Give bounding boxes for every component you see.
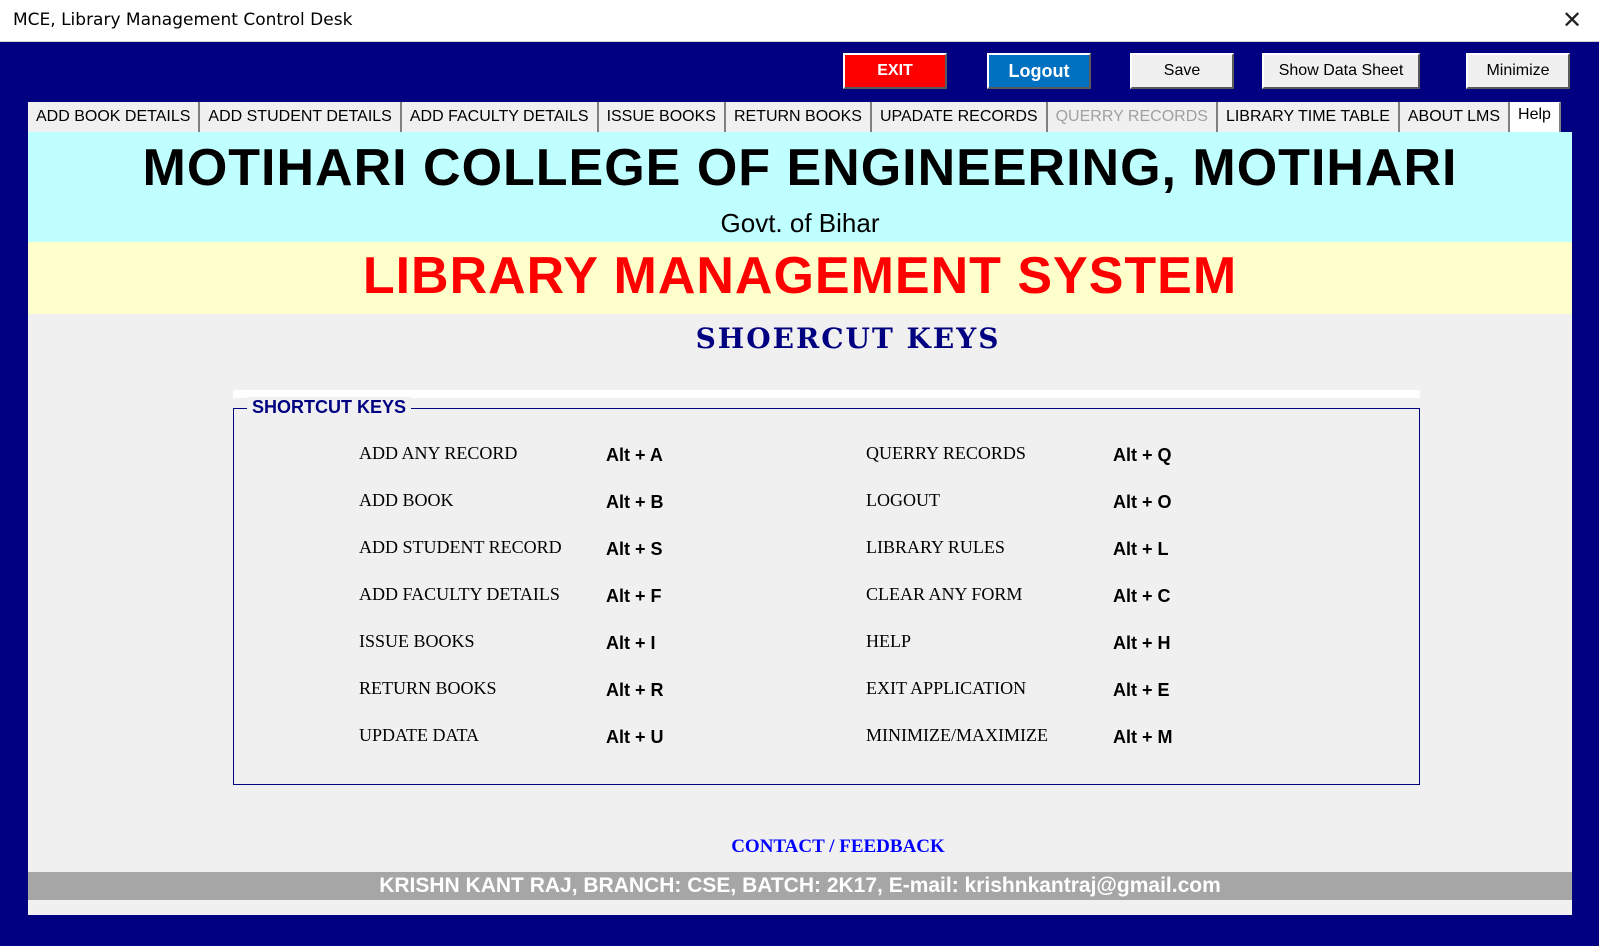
shortcut-key: Alt + Q — [1113, 445, 1172, 465]
save-button[interactable]: Save — [1130, 53, 1234, 89]
tab-add-faculty-details[interactable]: ADD FACULTY DETAILS — [401, 102, 599, 132]
shortcut-label: EXIT APPLICATION — [866, 678, 1027, 698]
college-header: MOTIHARI COLLEGE OF ENGINEERING, MOTIHAR… — [28, 132, 1572, 242]
shortcut-keys-group: SHORTCUT KEYS ADD ANY RECORD Alt + A ADD… — [233, 397, 1420, 785]
tab-update-records[interactable]: UPADATE RECORDS — [871, 102, 1048, 132]
tab-help[interactable]: Help — [1510, 102, 1561, 132]
footer-bar: KRISHN KANT RAJ, BRANCH: CSE, BATCH: 2K1… — [28, 872, 1572, 900]
shortcut-key: Alt + C — [1113, 586, 1171, 606]
shortcut-key: Alt + S — [606, 539, 663, 559]
system-title: LIBRARY MANAGEMENT SYSTEM — [362, 247, 1238, 305]
shortcut-label: UPDATE DATA — [359, 725, 480, 745]
shortcut-key: Alt + R — [606, 680, 664, 700]
shortcut-label: LIBRARY RULES — [866, 537, 1005, 557]
system-header: LIBRARY MANAGEMENT SYSTEM — [28, 242, 1572, 314]
shortcut-label: RETURN BOOKS — [359, 678, 497, 698]
shortcut-label: LOGOUT — [866, 490, 940, 510]
show-data-sheet-button[interactable]: Show Data Sheet — [1262, 53, 1420, 89]
shortcut-label: MINIMIZE/MAXIMIZE — [866, 725, 1048, 745]
exit-button[interactable]: EXIT — [843, 53, 947, 89]
college-name: MOTIHARI COLLEGE OF ENGINEERING, MOTIHAR… — [142, 139, 1458, 197]
footer-credits: KRISHN KANT RAJ, BRANCH: CSE, BATCH: 2K1… — [379, 874, 1221, 897]
shortcut-key: Alt + A — [606, 445, 663, 465]
close-icon[interactable]: ✕ — [1555, 4, 1589, 38]
shortcut-key: Alt + L — [1113, 539, 1169, 559]
shortcut-key: Alt + O — [1113, 492, 1172, 512]
title-bar: MCE, Library Management Control Desk ✕ — [0, 0, 1599, 42]
group-legend: SHORTCUT KEYS — [247, 397, 412, 418]
tab-about-lms[interactable]: ABOUT LMS — [1399, 102, 1511, 132]
contact-feedback-link[interactable]: CONTACT / FEEDBACK — [28, 836, 1599, 858]
tab-return-books[interactable]: RETURN BOOKS — [725, 102, 872, 132]
tab-add-student-details[interactable]: ADD STUDENT DETAILS — [200, 102, 402, 132]
window-title: MCE, Library Management Control Desk — [13, 10, 353, 30]
shortcut-key: Alt + M — [1113, 727, 1173, 747]
shortcut-label: CLEAR ANY FORM — [866, 584, 1023, 604]
shortcut-label: ADD BOOK — [359, 490, 454, 510]
tab-issue-books[interactable]: ISSUE BOOKS — [598, 102, 726, 132]
govt-subtitle: Govt. of Bihar — [720, 208, 880, 238]
shortcut-label: ISSUE BOOKS — [359, 631, 475, 651]
tab-library-time-table[interactable]: LIBRARY TIME TABLE — [1217, 102, 1400, 132]
tab-strip: ADD BOOK DETAILS ADD STUDENT DETAILS ADD… — [28, 102, 1561, 132]
group-top-strip — [233, 390, 1420, 398]
shortcut-label: ADD STUDENT RECORD — [359, 537, 562, 557]
shortcut-label: HELP — [866, 631, 911, 651]
logout-button[interactable]: Logout — [987, 53, 1091, 89]
page-heading: SHOERCUT KEYS — [695, 322, 1001, 355]
shortcut-key: Alt + F — [606, 586, 662, 606]
shortcut-key: Alt + B — [606, 492, 664, 512]
tab-query-records: QUERRY RECORDS — [1047, 102, 1218, 132]
tab-add-book-details[interactable]: ADD BOOK DETAILS — [28, 102, 201, 132]
help-page: MOTIHARI COLLEGE OF ENGINEERING, MOTIHAR… — [28, 132, 1572, 915]
minimize-button[interactable]: Minimize — [1466, 53, 1570, 89]
shortcut-key: Alt + E — [1113, 680, 1170, 700]
shortcut-key: Alt + U — [606, 727, 664, 747]
shortcut-key: Alt + H — [1113, 633, 1171, 653]
shortcut-label: ADD ANY RECORD — [359, 443, 518, 463]
shortcut-label: ADD FACULTY DETAILS — [359, 584, 560, 604]
shortcut-key: Alt + I — [606, 633, 656, 653]
shortcut-label: QUERRY RECORDS — [866, 443, 1026, 463]
